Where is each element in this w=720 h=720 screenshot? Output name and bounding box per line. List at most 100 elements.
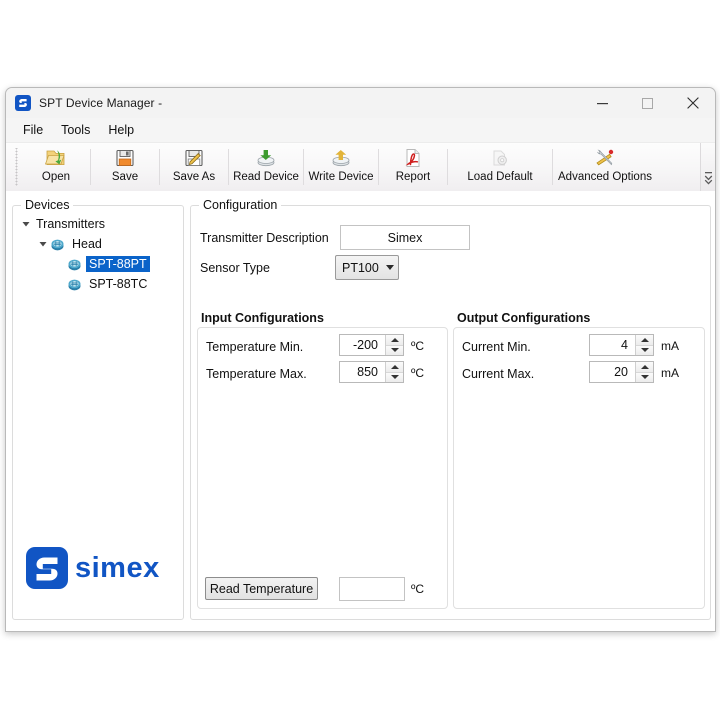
current-min-label: Current Min. [462, 340, 531, 354]
current-max-label: Current Max. [462, 367, 534, 381]
menu-item-tools[interactable]: Tools [52, 120, 99, 140]
sensor-type-label: Sensor Type [200, 261, 270, 275]
spin-up-icon[interactable] [636, 335, 653, 345]
tree-item-head[interactable]: Head [19, 234, 179, 254]
write-device-arrow-up-icon [328, 147, 354, 169]
input-configurations-panel: Temperature Min. -200 ºC Temperature Max… [197, 327, 448, 609]
tree-label-spt-88pt: SPT-88PT [86, 256, 150, 272]
sensor-type-select[interactable]: PT100 [335, 255, 399, 280]
open-folder-icon [43, 147, 69, 169]
transmitter-description-input[interactable]: Simex [340, 225, 470, 250]
svg-text:simex: simex [75, 552, 160, 584]
spin-down-icon[interactable] [636, 345, 653, 356]
toolbar-label-save-as: Save As [173, 171, 215, 183]
toolbar-button-save[interactable]: Save [92, 143, 158, 191]
menu-bar: File Tools Help [6, 118, 715, 143]
expander-collapse-icon[interactable] [19, 220, 33, 228]
current-max-stepper[interactable]: 20 [589, 361, 654, 383]
toolbar-separator [303, 149, 304, 185]
device-icon [67, 277, 82, 292]
spin-down-icon[interactable] [386, 372, 403, 383]
output-configurations-panel: Current Min. 4 mA Current Max. 20 [453, 327, 705, 609]
device-icon [67, 257, 82, 272]
temperature-max-stepper[interactable]: 850 [339, 361, 404, 383]
read-temperature-unit: ºC [411, 582, 424, 596]
device-tree: Transmitters Head [19, 214, 179, 294]
toolbar-label-advanced-options: Advanced Options [558, 171, 652, 183]
read-temperature-output[interactable] [339, 577, 405, 601]
maximize-button[interactable] [625, 88, 670, 118]
toolbar-label-read-device: Read Device [233, 171, 299, 183]
devices-group-title: Devices [21, 198, 73, 212]
sensor-type-value: PT100 [342, 261, 379, 275]
current-min-stepper[interactable]: 4 [589, 334, 654, 356]
temperature-min-unit: ºC [411, 339, 424, 353]
toolbar-button-load-default[interactable]: Load Default [449, 143, 551, 191]
toolbar-label-load-default: Load Default [467, 171, 532, 183]
title-bar: SPT Device Manager - [6, 88, 715, 118]
temperature-max-label: Temperature Max. [206, 367, 307, 381]
simex-logo: simex [26, 547, 180, 594]
transmitter-description-label: Transmitter Description [200, 231, 329, 245]
toolbar-button-write-device[interactable]: Write Device [305, 143, 377, 191]
close-button[interactable] [670, 88, 715, 118]
spin-up-icon[interactable] [386, 362, 403, 372]
floppy-disk-pencil-icon [181, 147, 207, 169]
toolbar-separator [159, 149, 160, 185]
expander-collapse-icon[interactable] [36, 240, 50, 248]
output-configurations-title: Output Configurations [457, 311, 590, 325]
current-min-spin-buttons[interactable] [635, 335, 653, 355]
load-default-gear-icon [487, 147, 513, 169]
temperature-min-spin-buttons[interactable] [385, 335, 403, 355]
minimize-button[interactable] [580, 88, 625, 118]
configuration-group-title: Configuration [199, 198, 281, 212]
toolbar-grip[interactable] [14, 148, 19, 186]
toolbar-button-read-device[interactable]: Read Device [230, 143, 302, 191]
toolbar-separator [228, 149, 229, 185]
toolbar-button-advanced-options[interactable]: Advanced Options [554, 143, 656, 191]
toolbar-overflow-chevron-icon[interactable] [700, 143, 715, 191]
read-temperature-button[interactable]: Read Temperature [205, 577, 318, 600]
tree-item-spt-88tc[interactable]: SPT-88TC [19, 274, 179, 294]
toolbar-button-report[interactable]: Report [380, 143, 446, 191]
toolbar: Open Save [6, 143, 715, 192]
simex-wordmark: simex [75, 551, 180, 590]
current-max-unit: mA [661, 366, 679, 380]
window-controls [580, 88, 715, 118]
spin-up-icon[interactable] [636, 362, 653, 372]
tree-label-transmitters: Transmitters [33, 216, 108, 232]
temperature-min-label: Temperature Min. [206, 340, 303, 354]
toolbar-label-report: Report [396, 171, 431, 183]
toolbar-separator [552, 149, 553, 185]
current-min-unit: mA [661, 339, 679, 353]
transmitter-description-value: Simex [388, 231, 423, 245]
spin-down-icon[interactable] [636, 372, 653, 383]
toolbar-separator [447, 149, 448, 185]
devices-panel: Devices Transmitters [12, 205, 184, 620]
simex-mark-icon [26, 547, 68, 594]
current-max-value: 20 [590, 362, 635, 382]
tree-item-transmitters[interactable]: Transmitters [19, 214, 179, 234]
toolbar-button-open[interactable]: Open [23, 143, 89, 191]
menu-item-file[interactable]: File [14, 120, 52, 140]
toolbar-button-save-as[interactable]: Save As [161, 143, 227, 191]
configuration-panel: Configuration Transmitter Description Si… [190, 205, 711, 620]
pdf-report-icon [400, 147, 426, 169]
advanced-options-tools-icon [592, 147, 618, 169]
toolbar-label-write-device: Write Device [309, 171, 374, 183]
spin-up-icon[interactable] [386, 335, 403, 345]
temperature-max-unit: ºC [411, 366, 424, 380]
current-max-spin-buttons[interactable] [635, 362, 653, 382]
read-device-arrow-down-icon [253, 147, 279, 169]
tree-label-head: Head [69, 236, 105, 252]
window-title: SPT Device Manager - [39, 96, 162, 110]
tree-item-spt-88pt[interactable]: SPT-88PT [19, 254, 179, 274]
current-min-value: 4 [590, 335, 635, 355]
simex-logo-icon [15, 95, 31, 111]
temperature-min-stepper[interactable]: -200 [339, 334, 404, 356]
menu-item-help[interactable]: Help [99, 120, 143, 140]
toolbar-separator [378, 149, 379, 185]
spin-down-icon[interactable] [386, 345, 403, 356]
toolbar-separator [90, 149, 91, 185]
temperature-max-spin-buttons[interactable] [385, 362, 403, 382]
